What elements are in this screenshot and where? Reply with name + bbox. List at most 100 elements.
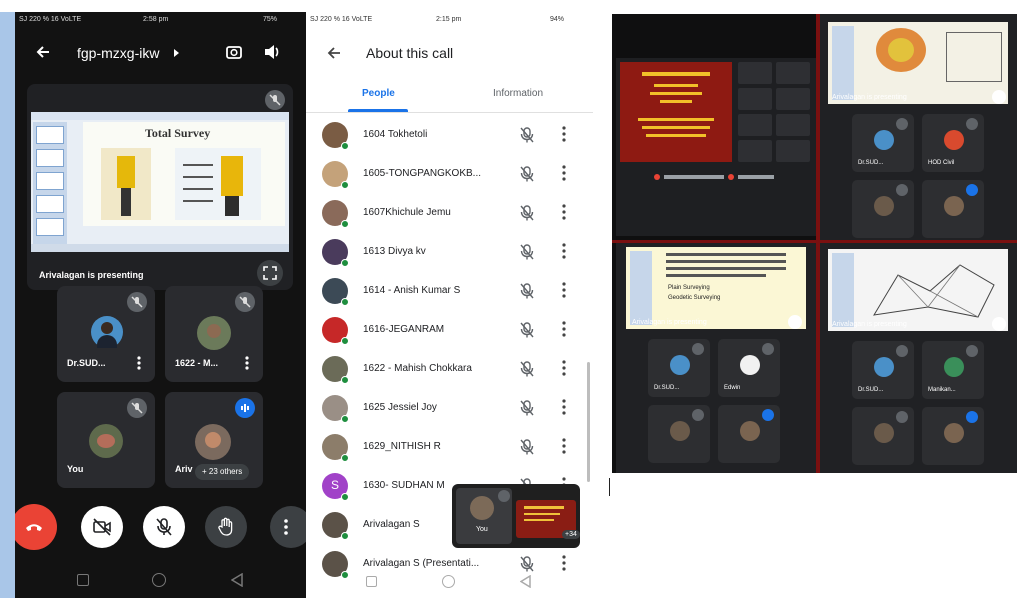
- picture-in-picture-window[interactable]: You +34: [452, 484, 580, 548]
- participant-tile[interactable]: [648, 405, 710, 463]
- mic-off-icon[interactable]: [519, 204, 535, 222]
- raise-hand-button[interactable]: [205, 506, 247, 548]
- people-list-item[interactable]: 1622 - Mahish Chokkara: [306, 350, 593, 388]
- home-icon[interactable]: [442, 575, 455, 588]
- slide-title: Total Survey: [145, 126, 211, 140]
- person-name: 1614 - Anish Kumar S: [363, 285, 461, 296]
- self-tile[interactable]: You: [57, 392, 155, 488]
- mic-off-icon: [156, 518, 172, 536]
- more-vert-icon[interactable]: [562, 321, 566, 337]
- page-title: About this call: [366, 45, 454, 61]
- video-toggle-button[interactable]: [81, 506, 123, 548]
- online-status-dot: [341, 259, 349, 267]
- fullscreen-button[interactable]: [788, 315, 802, 329]
- recent-apps-icon[interactable]: [366, 576, 377, 587]
- more-vert-icon[interactable]: [562, 399, 566, 415]
- more-vert-icon[interactable]: [562, 165, 566, 181]
- people-list-item[interactable]: 1629_NITHISH R: [306, 428, 593, 466]
- others-count-badge[interactable]: + 23 others: [195, 464, 250, 480]
- presentation-tile[interactable]: Total Survey Arivalagan is presenting: [27, 84, 293, 290]
- recent-apps-icon[interactable]: [77, 574, 89, 586]
- participant-name: Dr.SUD...: [858, 387, 884, 393]
- participant-tile[interactable]: [718, 405, 780, 463]
- camera-switch-icon[interactable]: [224, 42, 244, 62]
- avatar: [670, 421, 690, 441]
- avatar-initial: S: [330, 478, 339, 492]
- people-list-item[interactable]: 1625 Jessiel Joy: [306, 389, 593, 427]
- end-call-button[interactable]: [15, 504, 57, 550]
- mic-off-icon: [269, 94, 281, 106]
- more-vert-icon[interactable]: [562, 204, 566, 220]
- more-vert-icon[interactable]: [137, 356, 141, 370]
- text-cursor: [609, 478, 610, 496]
- more-vert-icon[interactable]: [562, 126, 566, 142]
- fullscreen-button[interactable]: [257, 260, 283, 286]
- mic-off-icon[interactable]: [519, 243, 535, 261]
- more-vert-icon[interactable]: [245, 356, 249, 370]
- fullscreen-button[interactable]: [992, 317, 1006, 331]
- avatar: [874, 130, 894, 150]
- shared-slide: [828, 249, 1008, 331]
- participant-tile[interactable]: Edwin: [718, 339, 780, 397]
- android-nav-bar: [15, 564, 306, 598]
- more-vert-icon[interactable]: [562, 360, 566, 376]
- desktop-meet-collage: Arivalagan is presenting Dr.SUD... HOD C…: [612, 14, 1017, 473]
- back-arrow-icon[interactable]: [35, 44, 51, 60]
- people-list-item[interactable]: 1604 Tokhetoli: [306, 116, 593, 154]
- more-options-button[interactable]: [270, 506, 306, 548]
- audio-level-icon: [241, 404, 249, 412]
- more-vert-icon[interactable]: [562, 243, 566, 259]
- back-arrow-icon[interactable]: [326, 45, 342, 61]
- participant-tile[interactable]: HOD Civil: [922, 114, 984, 172]
- shared-slide: Plain Surveying Geodetic Surveying: [626, 247, 806, 329]
- back-triangle-icon[interactable]: [231, 573, 243, 587]
- mic-off-icon[interactable]: [519, 399, 535, 417]
- participant-tile[interactable]: [852, 180, 914, 238]
- mic-off-icon: [966, 118, 978, 130]
- people-list-item[interactable]: 1614 - Anish Kumar S: [306, 272, 593, 310]
- people-list-item[interactable]: 1616-JEGANRAM: [306, 311, 593, 349]
- participant-tile[interactable]: [922, 407, 984, 465]
- chevron-right-icon[interactable]: [172, 49, 180, 57]
- fullscreen-icon: [263, 266, 277, 280]
- ppt-status-bar: [31, 244, 289, 252]
- more-vert-icon[interactable]: [562, 438, 566, 454]
- tab-divider: [306, 112, 593, 113]
- avatar: [197, 316, 231, 350]
- others-tile[interactable]: Ariv + 23 others: [165, 392, 263, 488]
- tab-people[interactable]: People: [362, 88, 395, 99]
- mic-off-icon[interactable]: [519, 438, 535, 456]
- scrollbar[interactable]: [587, 362, 590, 482]
- speaker-icon[interactable]: [263, 43, 281, 61]
- participant-tile[interactable]: [922, 180, 984, 238]
- fullscreen-button[interactable]: [992, 90, 1006, 104]
- participant-tile[interactable]: Manikan...: [922, 341, 984, 399]
- more-vert-icon[interactable]: [562, 282, 566, 298]
- mic-off-icon[interactable]: [519, 165, 535, 183]
- tab-information[interactable]: Information: [493, 88, 543, 99]
- participant-tile[interactable]: Dr.SUD...: [852, 114, 914, 172]
- mic-off-icon: [498, 490, 510, 502]
- participant-tile[interactable]: Dr.SUD...: [852, 341, 914, 399]
- people-list-item[interactable]: 1607Khichule Jemu: [306, 194, 593, 232]
- participant-tile[interactable]: 1622 - M...: [165, 286, 263, 382]
- mic-off-icon: [692, 409, 704, 421]
- home-icon[interactable]: [152, 573, 166, 587]
- participant-tile[interactable]: Dr.SUD...: [57, 286, 155, 382]
- meeting-code[interactable]: fgp-mzxg-ikw: [77, 45, 159, 61]
- people-list-item[interactable]: 1605-TONGPANGKOKB...: [306, 155, 593, 193]
- mic-off-icon[interactable]: [519, 126, 535, 144]
- android-nav-bar: [306, 564, 593, 598]
- back-triangle-icon[interactable]: [520, 575, 531, 588]
- screen-share-sidebar-view: Arivalagan is presenting Dr.SUD... HOD C…: [820, 14, 1017, 240]
- participant-tile[interactable]: Dr.SUD...: [648, 339, 710, 397]
- mic-off-icon[interactable]: [519, 360, 535, 378]
- participant-tile[interactable]: [852, 407, 914, 465]
- mic-toggle-button[interactable]: [143, 506, 185, 548]
- mic-off-icon[interactable]: [519, 321, 535, 339]
- avatar: [874, 423, 894, 443]
- mic-off-icon[interactable]: [519, 282, 535, 300]
- people-list-item[interactable]: 1613 Divya kv: [306, 233, 593, 271]
- screen-share-bottom-right-view: Arivalagan is presenting Dr.SUD... Manik…: [820, 243, 1017, 473]
- total-station-photo: [101, 148, 151, 220]
